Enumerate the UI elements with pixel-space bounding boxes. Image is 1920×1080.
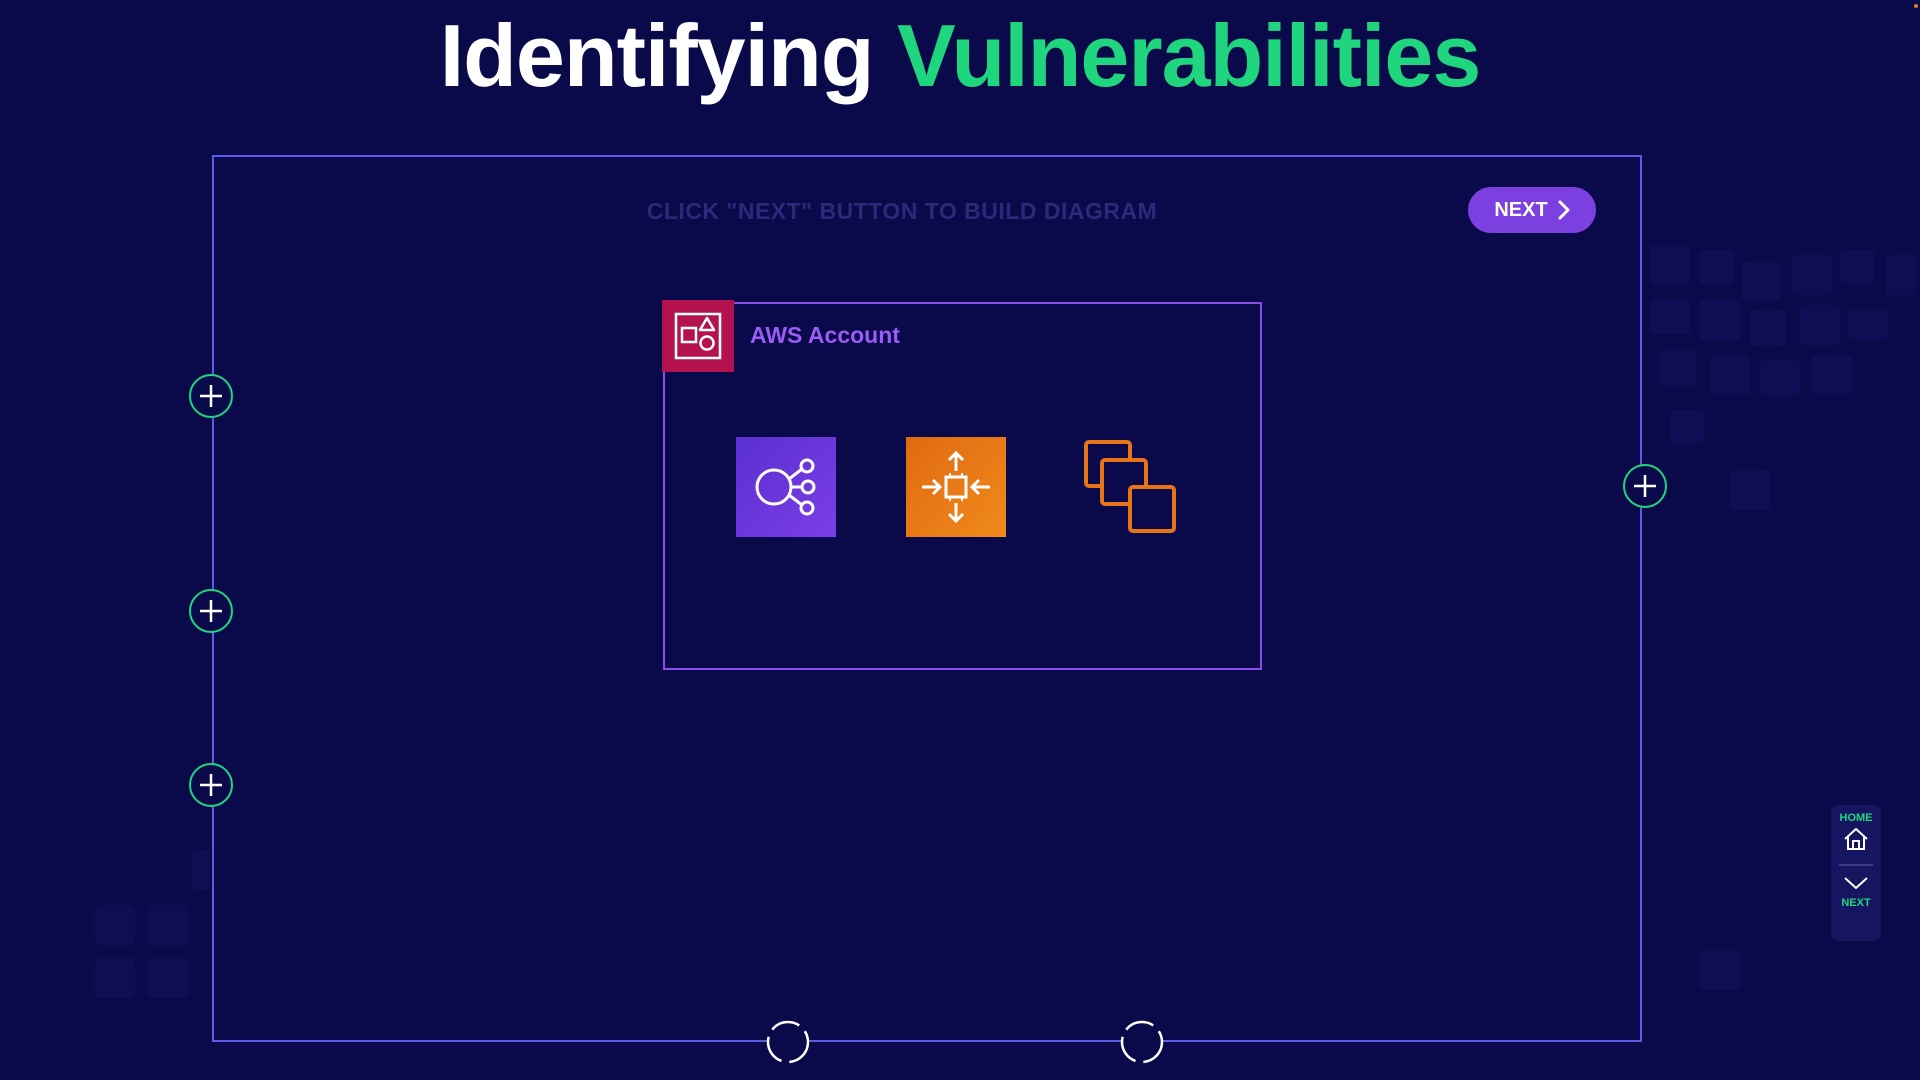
aws-account-label: AWS Account (750, 322, 900, 348)
multiple-instances-icon[interactable] (1080, 437, 1180, 537)
plus-icon (200, 600, 222, 622)
plus-icon (1634, 475, 1656, 497)
refresh-circle-icon (766, 1020, 810, 1064)
background-tile (1700, 300, 1740, 340)
side-navigation: HOME NEXT (1831, 805, 1881, 941)
background-tile (1660, 350, 1696, 386)
home-icon[interactable] (1843, 827, 1869, 856)
background-tile (1760, 360, 1800, 396)
aws-account-group-icon (662, 300, 734, 372)
chevron-down-icon[interactable] (1843, 876, 1869, 895)
instruction-text: CLICK "NEXT" BUTTON TO BUILD DIAGRAM (646, 198, 1158, 224)
plus-icon (200, 385, 222, 407)
compute-chip-icon[interactable] (906, 437, 1006, 537)
background-tile (95, 958, 135, 998)
add-node-handle[interactable] (189, 763, 233, 807)
connector-handle[interactable] (1119, 1019, 1165, 1065)
background-tile (1840, 250, 1874, 284)
nav-divider (1839, 864, 1873, 866)
background-tile (1800, 305, 1840, 345)
background-tile (1650, 245, 1690, 285)
background-tile (1730, 470, 1770, 510)
connector-handle[interactable] (765, 1019, 811, 1065)
nav-home-label[interactable]: HOME (1840, 812, 1873, 824)
background-tile (192, 850, 210, 890)
background-tile (1650, 300, 1690, 334)
background-tile (95, 905, 135, 945)
next-button[interactable]: NEXT (1468, 187, 1596, 233)
background-tile (1848, 310, 1888, 340)
background-tile (1670, 410, 1704, 444)
slide-stage: Identifying Vulnerabilities CLICK "NEXT"… (0, 0, 1920, 1080)
background-tile (1750, 310, 1786, 346)
title-part-green: Vulnerabilities (897, 6, 1481, 105)
chevron-right-icon (1558, 200, 1570, 220)
plus-icon (200, 774, 222, 796)
add-node-handle[interactable] (189, 589, 233, 633)
background-tile (1792, 255, 1832, 295)
background-tile (1700, 950, 1740, 990)
background-tile (1812, 355, 1852, 395)
title-part-white: Identifying (439, 6, 875, 105)
background-tile (1710, 355, 1750, 395)
refresh-circle-icon (1120, 1020, 1164, 1064)
background-tile (148, 905, 188, 945)
page-title: Identifying Vulnerabilities (0, 6, 1920, 105)
background-tile (1700, 250, 1734, 284)
background-tile (1742, 262, 1780, 300)
next-button-label: NEXT (1494, 198, 1548, 221)
add-node-handle[interactable] (189, 374, 233, 418)
nav-next-label[interactable]: NEXT (1841, 897, 1870, 909)
background-tile (1886, 255, 1916, 295)
network-hub-icon[interactable] (736, 437, 836, 537)
background-tile (148, 958, 188, 998)
add-node-handle[interactable] (1623, 464, 1667, 508)
